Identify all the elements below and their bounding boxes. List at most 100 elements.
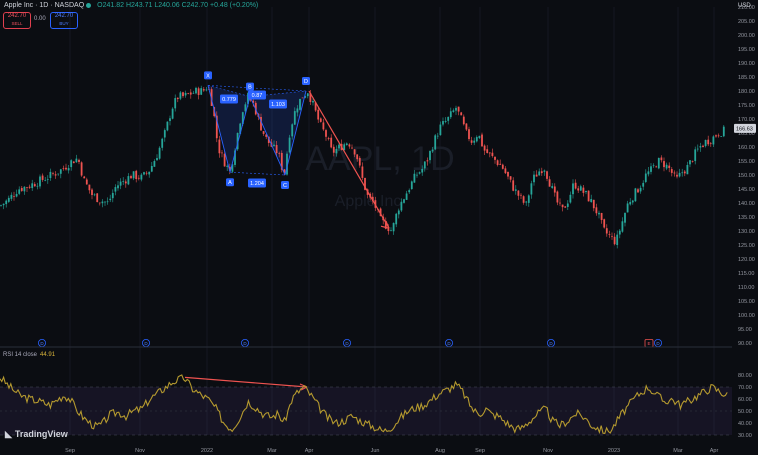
candle-body — [491, 152, 494, 157]
pattern-point-label: B — [248, 85, 252, 91]
candle-body — [15, 193, 18, 197]
candle-body — [293, 111, 296, 125]
candle-body — [65, 167, 67, 170]
candle-body — [660, 157, 663, 161]
candle-body — [28, 186, 31, 188]
candle-body — [694, 149, 697, 162]
candle-body — [512, 180, 515, 191]
candle-body — [75, 158, 78, 163]
rsi-tick-label: 60.00 — [738, 397, 752, 403]
candle-body — [514, 189, 517, 191]
tradingview-logo[interactable]: ◣ TradingView — [5, 429, 68, 440]
candle-body — [712, 136, 715, 145]
rsi-value: 44.91 — [40, 352, 56, 358]
candle-body — [722, 126, 725, 137]
candle-body — [98, 202, 101, 204]
candle-body — [49, 171, 52, 179]
candle-body — [540, 171, 543, 174]
candle-body — [132, 171, 135, 179]
candle-body — [70, 160, 73, 168]
candle-body — [605, 228, 608, 234]
candle-body — [634, 188, 637, 202]
candle-body — [603, 219, 606, 228]
chart-canvas[interactable]: AAPL, 1D Apple Inc X A B C D 0.779 0.87 1.204 1.… — [0, 0, 758, 455]
candle-body — [670, 169, 673, 173]
candle-body — [410, 181, 413, 190]
pattern-ratio-label: 1.204 — [250, 181, 264, 187]
time-tick-label: Apr — [305, 448, 314, 454]
candle-body — [33, 184, 36, 187]
candle-body — [496, 160, 499, 165]
currency-label[interactable]: USD — [738, 3, 751, 9]
candle-body — [93, 194, 96, 196]
candle-body — [553, 186, 556, 193]
buy-button[interactable]: 242.70 BUY — [50, 12, 78, 29]
candle-body — [715, 135, 717, 137]
candle-body — [475, 137, 478, 142]
candle-body — [351, 147, 353, 149]
candle-body — [13, 196, 15, 197]
candle-body — [416, 174, 418, 176]
candle-body — [681, 172, 684, 174]
pattern-ratio-label: 0.87 — [252, 93, 263, 99]
watermark-name: Apple Inc — [335, 193, 402, 210]
candle-body — [187, 93, 190, 94]
candle-body — [707, 139, 710, 145]
candle-body — [543, 170, 546, 172]
candle-body — [148, 171, 151, 175]
price-tick-label: 105.00 — [738, 299, 755, 305]
candle-body — [299, 98, 301, 110]
price-tick-label: 180.00 — [738, 89, 755, 95]
pattern-point-label: A — [228, 180, 232, 186]
candle-body — [439, 124, 442, 136]
candle-body — [637, 189, 639, 193]
candle-body — [548, 179, 551, 187]
candle-body — [72, 161, 75, 164]
price-tick-label: 110.00 — [738, 285, 754, 291]
candle-body — [137, 177, 140, 179]
candle-body — [717, 135, 720, 137]
candle-body — [683, 171, 686, 174]
candle-body — [197, 88, 200, 96]
candle-body — [455, 107, 457, 111]
candle-body — [668, 165, 671, 168]
time-tick-label: Nov — [543, 448, 553, 454]
candle-body — [135, 170, 138, 180]
time-tick-label: Sep — [65, 448, 75, 454]
sell-button[interactable]: 242.70 SELL — [3, 12, 31, 29]
candle-body — [720, 136, 723, 137]
candle-body — [564, 206, 567, 208]
candle-body — [585, 190, 587, 193]
candle-body — [642, 182, 645, 187]
price-tick-label: 130.00 — [738, 229, 755, 235]
candle-body — [174, 98, 177, 109]
candle-body — [447, 116, 450, 121]
candle-body — [699, 146, 702, 148]
candle-body — [52, 173, 54, 174]
candle-body — [470, 140, 473, 143]
price-tick-label: 160.00 — [738, 145, 755, 151]
candle-body — [390, 230, 392, 232]
rsi-legend[interactable]: RSI 14 close 44.91 — [3, 352, 55, 358]
candle-body — [275, 145, 278, 154]
symbol-title[interactable]: Apple Inc · 1D · NASDAQ — [4, 2, 84, 9]
candle-body — [530, 183, 533, 195]
candle-body — [418, 172, 421, 174]
candle-body — [436, 135, 439, 137]
candle-body — [153, 161, 156, 167]
candle-body — [176, 97, 179, 99]
candle-body — [356, 154, 359, 160]
candle-body — [348, 144, 351, 147]
candle-body — [574, 182, 577, 189]
time-tick-label: Mar — [267, 448, 277, 454]
candle-body — [127, 176, 130, 185]
candle-body — [23, 186, 26, 192]
time-tick-label: Jun — [371, 448, 380, 454]
candle-body — [535, 174, 538, 177]
ohlc-values: O241.82 H243.71 L240.06 C242.70 +0.48 (+… — [97, 2, 259, 9]
rsi-tick-label: 50.00 — [738, 409, 752, 415]
candle-body — [592, 199, 595, 209]
buy-price: 242.70 — [54, 13, 74, 19]
candle-body — [335, 148, 338, 154]
candle-body — [509, 176, 512, 180]
